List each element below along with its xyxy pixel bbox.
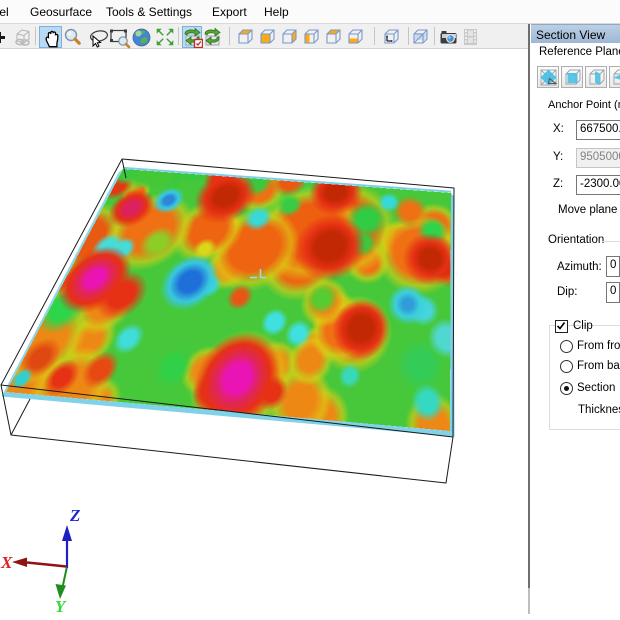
- svg-text:X: X: [0, 553, 13, 572]
- svg-text:Y: Y: [55, 597, 67, 616]
- svg-text:Z: Z: [69, 506, 80, 525]
